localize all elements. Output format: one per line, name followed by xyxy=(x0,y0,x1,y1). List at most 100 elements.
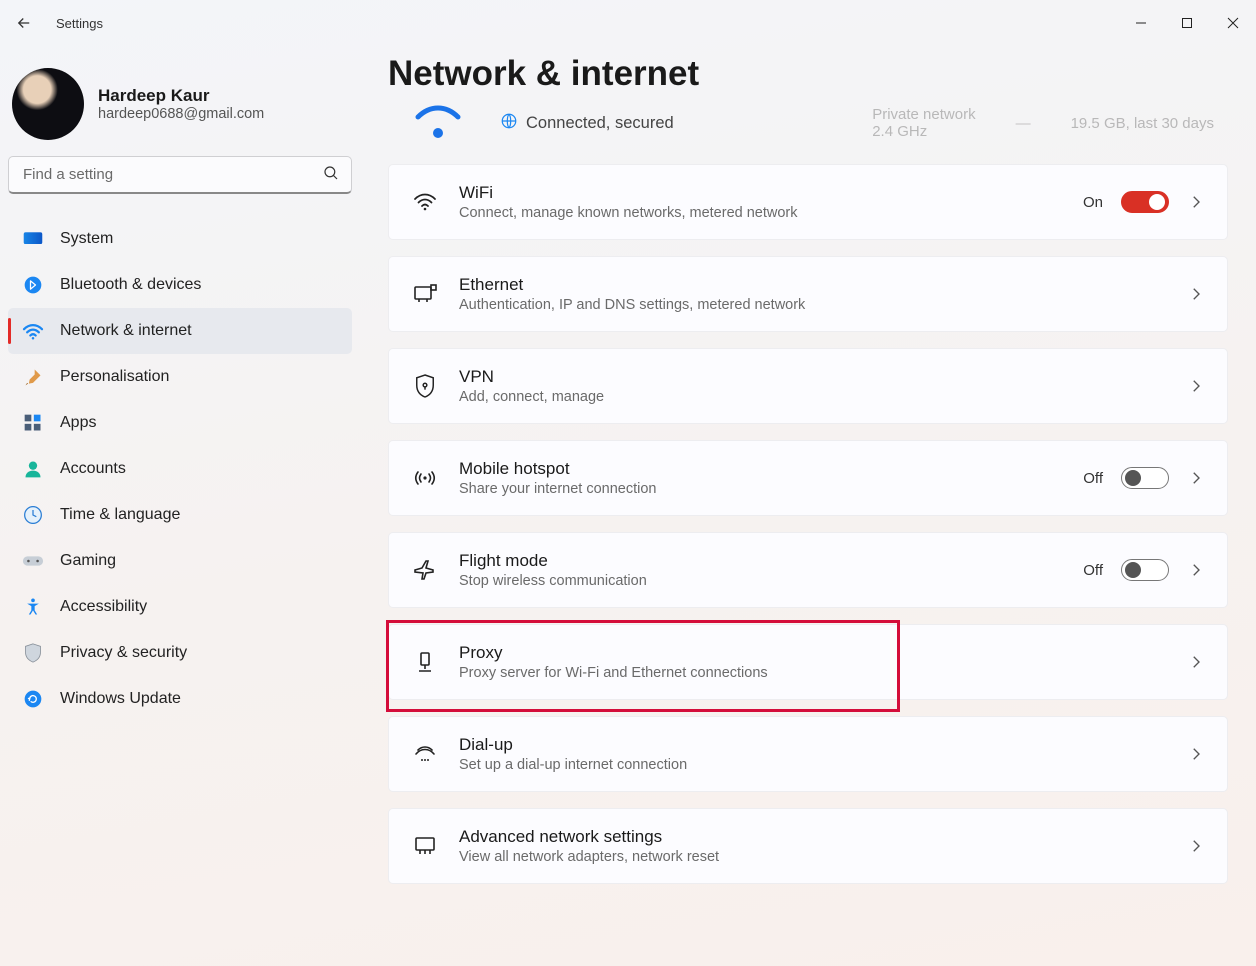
setting-proxy[interactable]: Proxy Proxy server for Wi-Fi and Etherne… xyxy=(388,624,1228,700)
sidebar-item-label: Apps xyxy=(60,414,96,432)
item-subtitle: Connect, manage known networks, metered … xyxy=(459,205,1063,221)
setting-hotspot[interactable]: Mobile hotspot Share your internet conne… xyxy=(388,440,1228,516)
sidebar: Hardeep Kaur hardeep0688@gmail.com Syste… xyxy=(0,46,360,966)
setting-wifi[interactable]: WiFi Connect, manage known networks, met… xyxy=(388,164,1228,240)
page-title: Network & internet xyxy=(388,54,1228,94)
wifi-status-icon xyxy=(402,108,474,138)
sidebar-item-label: Bluetooth & devices xyxy=(60,276,201,294)
item-title: Dial-up xyxy=(459,735,1167,755)
shield-lock-icon xyxy=(411,373,439,399)
sidebar-item-time-language[interactable]: Time & language xyxy=(8,492,352,538)
avatar xyxy=(12,68,84,140)
item-title: Ethernet xyxy=(459,275,1167,295)
item-subtitle: Share your internet connection xyxy=(459,481,1063,497)
sidebar-item-personalisation[interactable]: Personalisation xyxy=(8,354,352,400)
close-button[interactable] xyxy=(1210,3,1256,43)
accessibility-icon xyxy=(22,596,44,618)
sidebar-item-label: Accounts xyxy=(60,460,126,478)
setting-advanced[interactable]: Advanced network settings View all netwo… xyxy=(388,808,1228,884)
item-title: VPN xyxy=(459,367,1167,387)
hotspot-icon xyxy=(411,468,439,488)
sidebar-item-network[interactable]: Network & internet xyxy=(8,308,352,354)
meta-sep: — xyxy=(1016,115,1031,132)
display-icon xyxy=(22,228,44,250)
setting-dialup[interactable]: Dial-up Set up a dial-up internet connec… xyxy=(388,716,1228,792)
shield-icon xyxy=(22,642,44,664)
meta-band: 2.4 GHz xyxy=(872,123,975,140)
item-title: Advanced network settings xyxy=(459,827,1167,847)
titlebar-left: Settings xyxy=(10,9,103,37)
chevron-right-icon xyxy=(1187,377,1205,395)
titlebar: Settings xyxy=(0,0,1256,46)
chevron-right-icon xyxy=(1187,285,1205,303)
sidebar-item-privacy[interactable]: Privacy & security xyxy=(8,630,352,676)
apps-icon xyxy=(22,412,44,434)
network-adapter-icon xyxy=(411,835,439,857)
sidebar-item-label: Personalisation xyxy=(60,368,169,386)
item-title: Mobile hotspot xyxy=(459,459,1063,479)
sidebar-item-label: Accessibility xyxy=(60,598,147,616)
toggle-label: Off xyxy=(1083,470,1103,487)
wifi-toggle[interactable] xyxy=(1121,191,1169,213)
user-name: Hardeep Kaur xyxy=(98,86,264,106)
network-status-text: Connected, secured xyxy=(500,112,674,135)
meta-private: Private network xyxy=(872,106,975,123)
sidebar-item-label: Gaming xyxy=(60,552,116,570)
person-icon xyxy=(22,458,44,480)
chevron-right-icon xyxy=(1187,653,1205,671)
sidebar-item-label: Windows Update xyxy=(60,690,181,708)
item-subtitle: Add, connect, manage xyxy=(459,389,1167,405)
network-summary: Connected, secured Private network 2.4 G… xyxy=(388,102,1228,148)
toggle-label: Off xyxy=(1083,562,1103,579)
toggle-label: On xyxy=(1083,194,1103,211)
back-button[interactable] xyxy=(10,9,38,37)
status-label: Connected, secured xyxy=(526,114,674,133)
sidebar-item-accounts[interactable]: Accounts xyxy=(8,446,352,492)
item-subtitle: Set up a dial-up internet connection xyxy=(459,757,1167,773)
user-email: hardeep0688@gmail.com xyxy=(98,106,264,122)
maximize-button[interactable] xyxy=(1164,3,1210,43)
airplane-icon xyxy=(411,558,439,582)
chevron-right-icon xyxy=(1187,193,1205,211)
sidebar-item-label: Network & internet xyxy=(60,322,192,340)
chevron-right-icon xyxy=(1187,469,1205,487)
chevron-right-icon xyxy=(1187,745,1205,763)
network-meta: Private network 2.4 GHz — 19.5 GB, last … xyxy=(872,106,1214,140)
item-subtitle: Proxy server for Wi-Fi and Ethernet conn… xyxy=(459,665,1167,681)
flight-toggle[interactable] xyxy=(1121,559,1169,581)
window-controls xyxy=(1118,3,1256,43)
item-title: WiFi xyxy=(459,183,1063,203)
search xyxy=(8,154,352,206)
user-texts: Hardeep Kaur hardeep0688@gmail.com xyxy=(98,86,264,122)
search-input[interactable] xyxy=(8,156,352,194)
chevron-right-icon xyxy=(1187,837,1205,855)
wifi-icon xyxy=(22,320,44,342)
sidebar-item-bluetooth[interactable]: Bluetooth & devices xyxy=(8,262,352,308)
minimize-button[interactable] xyxy=(1118,3,1164,43)
item-subtitle: View all network adapters, network reset xyxy=(459,849,1167,865)
wifi-icon xyxy=(411,192,439,212)
sidebar-item-gaming[interactable]: Gaming xyxy=(8,538,352,584)
chevron-right-icon xyxy=(1187,561,1205,579)
hotspot-toggle[interactable] xyxy=(1121,467,1169,489)
setting-flight-mode[interactable]: Flight mode Stop wireless communication … xyxy=(388,532,1228,608)
arrow-left-icon xyxy=(15,14,33,32)
sidebar-item-system[interactable]: System xyxy=(8,216,352,262)
sidebar-item-apps[interactable]: Apps xyxy=(8,400,352,446)
search-icon xyxy=(322,164,340,187)
dialup-icon xyxy=(411,744,439,764)
proxy-icon xyxy=(411,650,439,674)
setting-ethernet[interactable]: Ethernet Authentication, IP and DNS sett… xyxy=(388,256,1228,332)
ethernet-icon xyxy=(411,283,439,305)
window-title: Settings xyxy=(56,16,103,31)
gamepad-icon xyxy=(22,550,44,572)
setting-vpn[interactable]: VPN Add, connect, manage xyxy=(388,348,1228,424)
item-title: Flight mode xyxy=(459,551,1063,571)
sidebar-item-update[interactable]: Windows Update xyxy=(8,676,352,722)
sidebar-item-label: Time & language xyxy=(60,506,180,524)
update-icon xyxy=(22,688,44,710)
sidebar-item-label: System xyxy=(60,230,113,248)
sidebar-item-accessibility[interactable]: Accessibility xyxy=(8,584,352,630)
user-block[interactable]: Hardeep Kaur hardeep0688@gmail.com xyxy=(8,54,352,154)
item-title: Proxy xyxy=(459,643,1167,663)
